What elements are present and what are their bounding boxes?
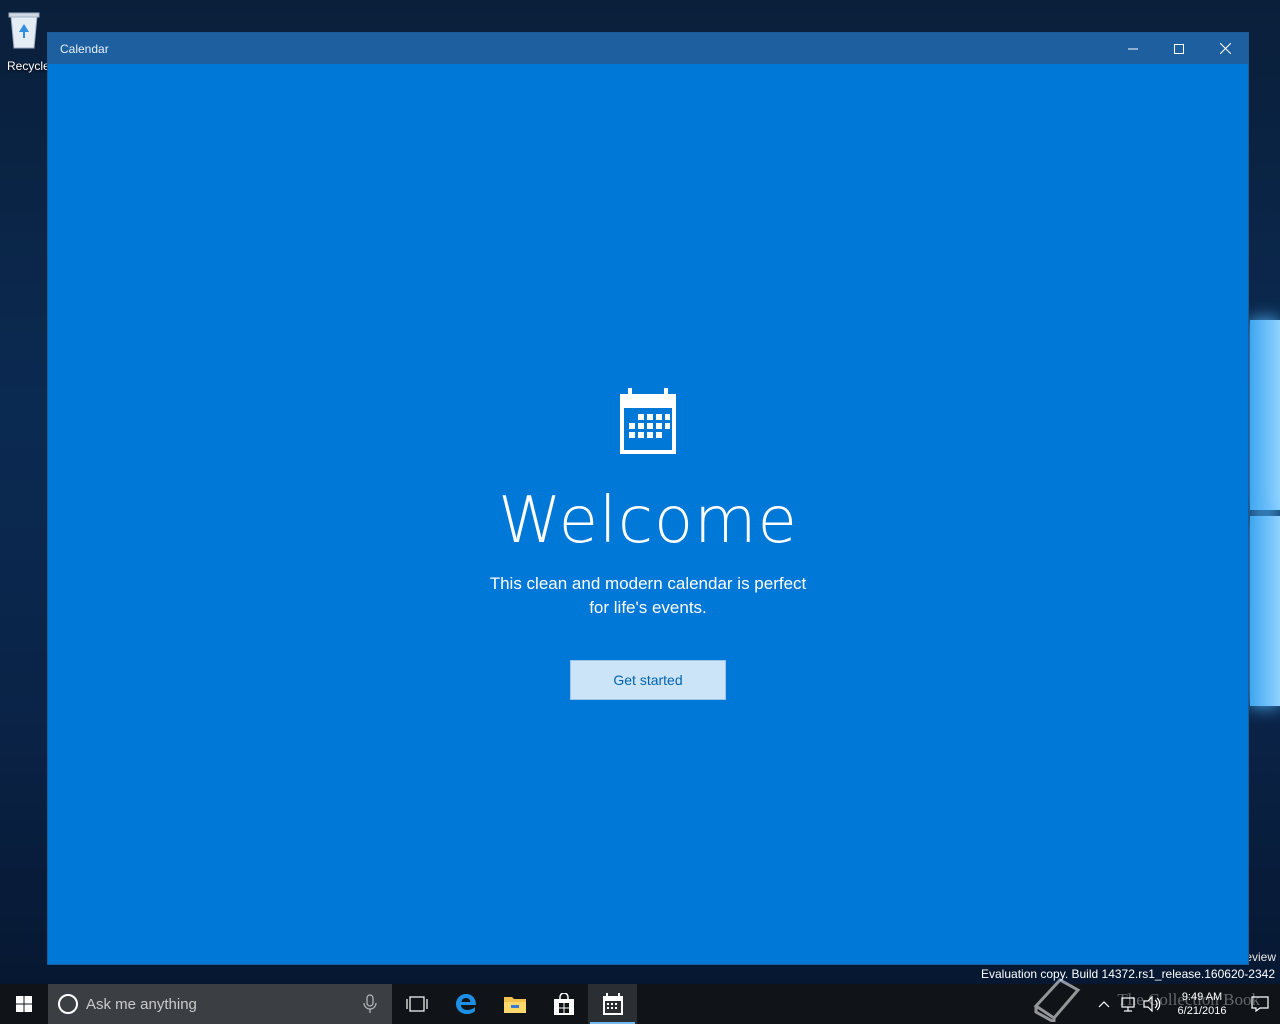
store-icon <box>553 993 574 1015</box>
calendar-window: Calendar Welcome This clean and modern c… <box>47 32 1249 965</box>
microphone-icon[interactable] <box>362 994 378 1014</box>
recycle-bin-label: Recycle <box>7 59 50 73</box>
calendar-icon <box>602 993 623 1015</box>
store-taskbar-button[interactable] <box>539 984 588 1024</box>
task-view-icon <box>405 996 428 1012</box>
titlebar[interactable]: Calendar <box>48 33 1248 64</box>
calendar-taskbar-button[interactable] <box>588 984 637 1024</box>
cortana-search-box[interactable]: Ask me anything <box>48 984 392 1024</box>
chevron-up-icon <box>1098 1001 1110 1008</box>
welcome-heading: Welcome <box>498 484 798 558</box>
subtitle-line-2: for life's events. <box>589 598 707 617</box>
subtitle-line-1: This clean and modern calendar is perfec… <box>489 574 807 593</box>
edition-watermark: eview <box>1245 950 1276 964</box>
file-explorer-taskbar-button[interactable] <box>490 984 539 1024</box>
recycle-bin-shortcut[interactable]: Recycle <box>0 6 50 76</box>
task-view-button[interactable] <box>392 984 441 1024</box>
recycle-bin-icon <box>7 10 41 50</box>
minimize-icon <box>1128 48 1138 49</box>
minimize-button[interactable] <box>1110 33 1156 64</box>
get-started-button[interactable]: Get started <box>570 660 726 700</box>
edge-taskbar-button[interactable] <box>441 984 490 1024</box>
close-icon <box>1219 43 1231 54</box>
cortana-icon <box>58 994 78 1014</box>
welcome-page: Welcome This clean and modern calendar i… <box>48 64 1248 964</box>
maximize-icon <box>1174 43 1184 54</box>
build-watermark: Evaluation copy. Build 14372.rs1_release… <box>981 967 1275 981</box>
window-title: Calendar <box>60 41 109 56</box>
start-button[interactable] <box>0 984 48 1024</box>
caption-buttons <box>1110 33 1248 64</box>
taskbar: Ask me anything 9:49 AM 6/21/2016 <box>0 984 1280 1024</box>
edge-icon <box>455 994 476 1014</box>
search-placeholder: Ask me anything <box>86 995 197 1013</box>
maximize-button[interactable] <box>1156 33 1202 64</box>
calendar-icon <box>620 388 676 454</box>
collection-book-watermark: The Collection Book <box>1117 990 1260 1009</box>
welcome-subtitle: This clean and modern calendar is perfec… <box>468 572 828 620</box>
close-button[interactable] <box>1202 33 1248 64</box>
windows-start-icon <box>16 996 32 1012</box>
book-watermark-icon <box>1033 978 1081 1022</box>
show-hidden-icons-button[interactable] <box>1092 984 1116 1024</box>
folder-icon <box>503 997 526 1013</box>
windows-logo-wallpaper <box>1250 320 1280 720</box>
